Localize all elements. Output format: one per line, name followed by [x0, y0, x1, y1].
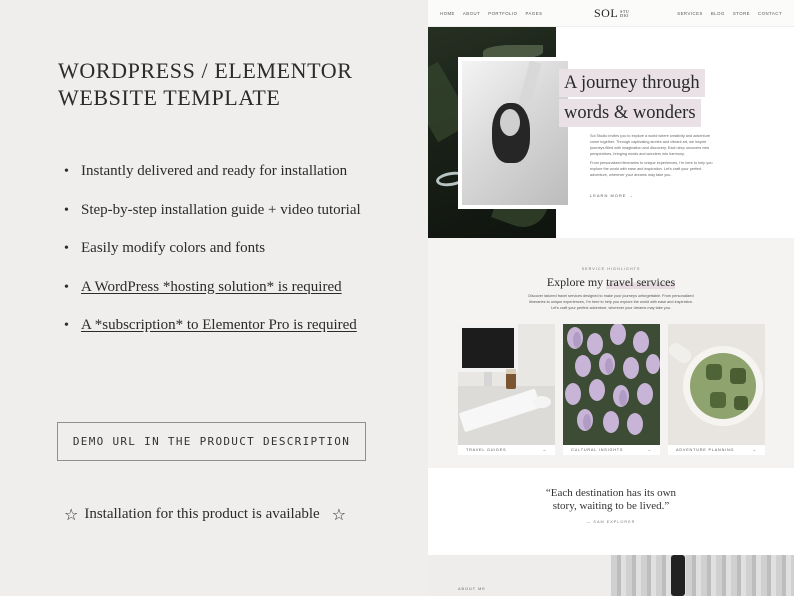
nav-portfolio[interactable]: PORTFOLIO — [488, 11, 517, 16]
website-preview: HOME ABOUT PORTFOLIO PAGES SOL STU DIO S… — [428, 0, 794, 596]
desk-computer-image — [458, 324, 555, 445]
hero-title: A journey through words & wonders — [559, 69, 705, 129]
service-card-travel-guides[interactable]: TRAVEL GUIDES → — [458, 324, 555, 455]
hero-paragraph: Sol Studio invites you to explore a worl… — [590, 134, 713, 177]
quote-author: — SAM EXPLORER — [586, 520, 636, 524]
testimonial-quote: “Each destination has its own story, wai… — [545, 487, 677, 512]
about-photo — [611, 555, 794, 596]
product-info-panel: WORDPRESS / ELEMENTOR WEBSITE TEMPLATE I… — [0, 0, 428, 596]
arrow-right-icon: → — [647, 448, 652, 452]
product-title: WORDPRESS / ELEMENTOR WEBSITE TEMPLATE — [58, 58, 353, 110]
arrow-right-icon: → — [542, 448, 547, 452]
installation-note: ☆ Installation for this product is avail… — [64, 505, 346, 524]
service-card-cultural-insights[interactable]: CULTURAL INSIGHTS → — [563, 324, 660, 455]
feature-item: Instantly delivered and ready for instal… — [64, 162, 384, 182]
demo-url-button[interactable]: DEMO URL IN THE PRODUCT DESCRIPTION — [57, 422, 366, 461]
about-label: ABOUT ME — [458, 587, 486, 591]
matcha-drink-image — [668, 324, 765, 445]
nav-home[interactable]: HOME — [440, 11, 455, 16]
nav-pages[interactable]: PAGES — [525, 11, 542, 16]
hero-portrait-image — [458, 57, 572, 209]
services-title: Explore my travel services — [546, 275, 676, 289]
feature-item: Easily modify colors and fonts — [64, 239, 384, 259]
star-icon: ☆ — [64, 505, 79, 524]
star-icon: ☆ — [331, 505, 347, 524]
feature-item-hosting: A WordPress *hosting solution* is requir… — [64, 278, 384, 298]
service-card-adventure-planning[interactable]: ADVENTURE PLANNING → — [668, 324, 765, 455]
feature-list: Instantly delivered and ready for instal… — [64, 162, 384, 355]
nav-about[interactable]: ABOUT — [463, 11, 480, 16]
feature-item-subscription: A *subscription* to Elementor Pro is req… — [64, 316, 384, 336]
services-section: SERVICE HIGHLIGHTS Explore my travel ser… — [428, 238, 794, 468]
nav-store[interactable]: STORE — [733, 11, 750, 16]
about-section: ABOUT ME — [428, 555, 794, 596]
tulips-image — [563, 324, 660, 445]
feature-item: Step-by-step installation guide + video … — [64, 201, 384, 221]
site-logo[interactable]: SOL STU DIO — [594, 6, 630, 21]
learn-more-link[interactable]: LEARN MORE → — [590, 193, 634, 198]
installation-text: Installation for this product is availab… — [84, 506, 320, 522]
nav-services[interactable]: SERVICES — [677, 11, 703, 16]
arrow-right-icon: → — [752, 448, 757, 452]
site-nav: HOME ABOUT PORTFOLIO PAGES SOL STU DIO S… — [428, 0, 794, 27]
nav-blog[interactable]: BLOG — [711, 11, 725, 16]
nav-contact[interactable]: CONTACT — [758, 11, 782, 16]
services-description: Discover tailored travel services design… — [528, 294, 694, 310]
services-eyebrow: SERVICE HIGHLIGHTS — [581, 267, 641, 271]
hero-section: A journey through words & wonders Sol St… — [428, 27, 794, 238]
